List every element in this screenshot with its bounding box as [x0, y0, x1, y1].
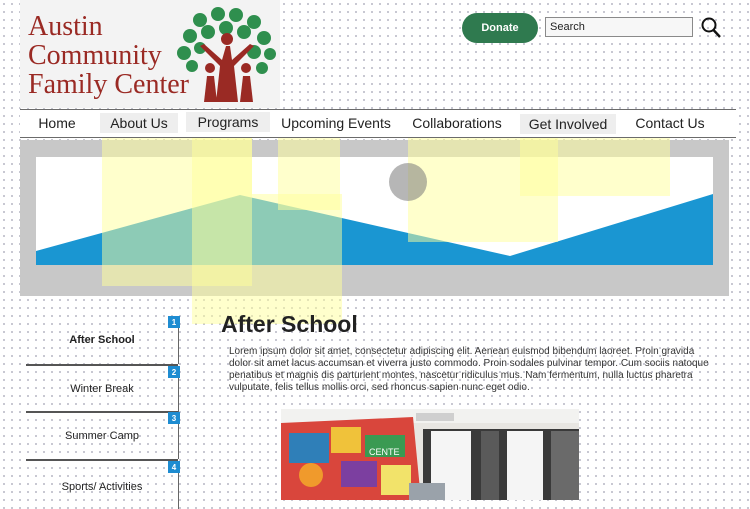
sidebar-badge: 2: [168, 366, 180, 378]
search-icon[interactable]: [700, 16, 722, 40]
sidebar-item-winter-break[interactable]: Winter Break: [26, 366, 179, 412]
sidebar-badge: 4: [168, 461, 180, 473]
search-input[interactable]: [545, 17, 693, 37]
sidebar-item-label: Sports/ Activities: [61, 481, 143, 493]
highlight-overlay: [192, 138, 252, 324]
nav-about-us[interactable]: About Us: [100, 113, 178, 133]
tree-family-icon: [177, 7, 276, 102]
logo-text: Austin Community Family Center: [28, 12, 189, 99]
sidebar-badge: 3: [168, 412, 180, 424]
page-body-text: Lorem ipsum dolor sit amet, consectetur …: [229, 346, 709, 393]
page-title: After School: [221, 311, 358, 337]
nav-programs[interactable]: Programs: [186, 112, 270, 132]
sidebar-item-summer-camp[interactable]: Summer Camp: [26, 413, 179, 459]
donate-button[interactable]: Donate: [462, 13, 538, 43]
logo-line: Family Center: [28, 69, 189, 100]
nav-get-involved[interactable]: Get Involved: [520, 114, 616, 134]
nav-home[interactable]: Home: [28, 113, 86, 133]
highlight-overlay: [278, 138, 340, 210]
sidebar-item-after-school[interactable]: After School: [26, 316, 179, 364]
sidebar-item-sports-activities[interactable]: Sports/ Activities: [26, 461, 179, 509]
logo-line: Austin: [28, 11, 103, 42]
nav-contact-us[interactable]: Contact Us: [626, 113, 714, 133]
program-photo: CENTE: [281, 409, 579, 500]
sidebar-item-label: Summer Camp: [65, 430, 139, 442]
sidebar-item-label: After School: [69, 334, 135, 346]
sidebar-item-label: Winter Break: [70, 383, 134, 395]
highlight-overlay: [252, 194, 342, 324]
logo-line: Community: [28, 40, 162, 71]
sidebar-badge: 1: [168, 316, 180, 328]
nav-upcoming-events[interactable]: Upcoming Events: [278, 113, 394, 133]
svg-text:CENTE: CENTE: [369, 447, 400, 457]
carousel-dot[interactable]: [389, 163, 427, 201]
main-nav: Home About Us Programs Upcoming Events C…: [20, 109, 736, 138]
nav-collaborations[interactable]: Collaborations: [406, 113, 508, 133]
highlight-overlay: [520, 138, 670, 196]
